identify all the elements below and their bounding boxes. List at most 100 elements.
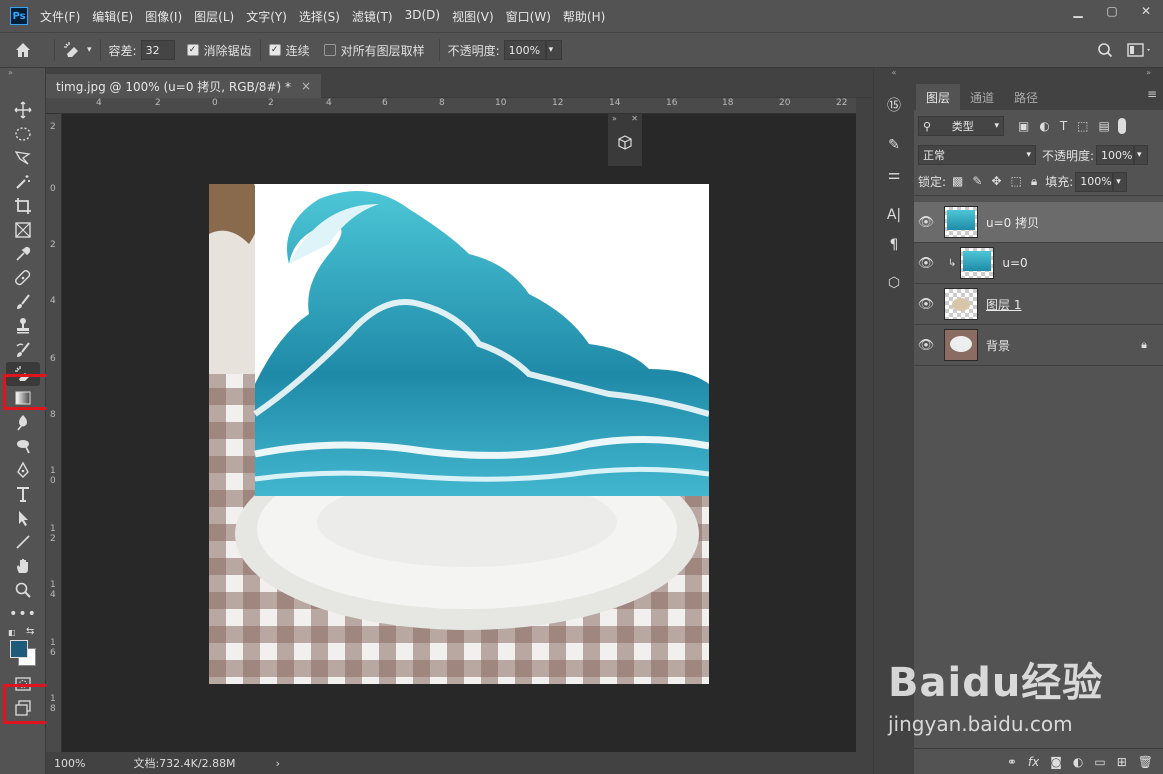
adjustment-filter-icon[interactable]: ◐ [1039, 119, 1049, 133]
menu-window[interactable]: 窗口(W) [500, 8, 557, 25]
brush-settings-icon[interactable]: ✎ [879, 132, 909, 158]
close-tab-icon[interactable]: × [301, 79, 311, 93]
search-icon[interactable] [1097, 42, 1113, 58]
filter-type-select[interactable]: ⚲ 类型 ▾ [918, 116, 1004, 136]
trash-icon[interactable]: 🗑︎ [1138, 755, 1153, 769]
paragraph-icon[interactable]: ¶ [879, 232, 909, 258]
brush-tool-icon[interactable] [6, 290, 40, 314]
layer-row[interactable]: 👁︎ ↳ u=0 [914, 243, 1163, 284]
workspace-icon[interactable] [1127, 42, 1153, 58]
lock-position-icon[interactable]: ✥ [991, 174, 1001, 189]
blur-tool-icon[interactable] [6, 410, 40, 434]
type-filter-icon[interactable]: T [1060, 119, 1067, 133]
dodge-tool-icon[interactable] [6, 434, 40, 458]
close-icon[interactable]: ✕ [1129, 0, 1163, 22]
menu-file[interactable]: 文件(F) [34, 8, 86, 25]
filter-toggle-switch[interactable] [1117, 118, 1126, 134]
fill-dropdown-icon[interactable]: ▾ [1113, 171, 1128, 192]
collapse-arrows-icon[interactable]: » [0, 68, 45, 80]
clone-stamp-tool-icon[interactable] [6, 314, 40, 338]
swap-colors-icon[interactable]: ⇆ [26, 626, 34, 637]
new-group-icon[interactable]: ▭ [1094, 755, 1105, 769]
menu-select[interactable]: 选择(S) [293, 8, 346, 25]
lock-all-icon[interactable]: 🔒︎ [1031, 174, 1037, 189]
lock-artboard-icon[interactable]: ⬚ [1011, 174, 1022, 189]
hand-tool-icon[interactable] [6, 554, 40, 578]
new-layer-icon[interactable]: ⊞ [1117, 755, 1127, 769]
collapse-arrows-icon[interactable]: » [914, 68, 1163, 78]
opacity-input[interactable]: 100% [503, 40, 546, 60]
smart-object-filter-icon[interactable]: ▤ [1099, 119, 1110, 133]
foreground-color-swatch[interactable] [10, 640, 28, 658]
line-tool-icon[interactable] [6, 530, 40, 554]
pixel-filter-icon[interactable]: ▣ [1018, 119, 1029, 133]
tab-paths[interactable]: 路径 [1004, 84, 1048, 110]
path-selection-tool-icon[interactable] [6, 506, 40, 530]
menu-filter[interactable]: 滤镜(T) [346, 8, 399, 25]
more-tools-icon[interactable]: ••• [6, 602, 40, 626]
contiguous-checkbox[interactable]: ✓ 连续 [268, 42, 310, 59]
opacity-dropdown-icon[interactable]: ▾ [545, 40, 562, 60]
move-tool-icon[interactable] [6, 98, 40, 122]
fill-input[interactable]: 100% [1075, 171, 1114, 192]
cube-icon[interactable] [608, 134, 642, 152]
menu-view[interactable]: 视图(V) [446, 8, 500, 25]
pen-tool-icon[interactable] [6, 458, 40, 482]
adjustments-icon[interactable]: ⚌ [879, 162, 909, 188]
lasso-tool-icon[interactable] [6, 146, 40, 170]
zoom-level[interactable]: 100% [54, 757, 85, 770]
collapse-arrows-icon[interactable]: » [612, 114, 617, 126]
default-colors-icon[interactable]: ◧ [8, 628, 16, 637]
layer-row[interactable]: 👁︎ 背景 🔒︎ [914, 325, 1163, 366]
menu-edit[interactable]: 编辑(E) [86, 8, 139, 25]
history-icon[interactable]: ⑮ [879, 92, 909, 118]
collapse-arrows-icon[interactable]: « [874, 68, 914, 78]
frame-tool-icon[interactable] [6, 218, 40, 242]
minimize-icon[interactable]: ▁ [1061, 0, 1095, 22]
shape-filter-icon[interactable]: ⬚ [1077, 119, 1088, 133]
tab-layers[interactable]: 图层 [916, 84, 961, 110]
3d-icon[interactable]: ⬡ [879, 270, 909, 296]
eyedropper-tool-icon[interactable] [6, 242, 40, 266]
crop-tool-icon[interactable] [6, 194, 40, 218]
tool-preset-picker[interactable]: ▾ [63, 41, 92, 59]
document-tab[interactable]: timg.jpg @ 100% (u=0 拷贝, RGB/8#) * × [46, 74, 322, 98]
home-icon[interactable] [0, 41, 46, 59]
visibility-eye-icon[interactable]: 👁︎ [914, 215, 938, 230]
maximize-icon[interactable]: ▢ [1095, 0, 1129, 22]
type-tool-icon[interactable] [6, 482, 40, 506]
visibility-eye-icon[interactable]: 👁︎ [914, 256, 938, 271]
status-menu-arrow[interactable]: › [276, 757, 280, 770]
tolerance-input[interactable]: 32 [140, 40, 175, 60]
history-brush-tool-icon[interactable] [6, 338, 40, 362]
magic-wand-tool-icon[interactable] [6, 170, 40, 194]
add-mask-icon[interactable]: ◙ [1050, 755, 1062, 769]
vertical-scrollbar[interactable] [856, 98, 873, 752]
sample-all-layers-checkbox[interactable]: 对所有图层取样 [323, 42, 425, 59]
zoom-tool-icon[interactable] [6, 578, 40, 602]
adjustment-layer-icon[interactable]: ◐ [1073, 755, 1083, 769]
menu-image[interactable]: 图像(I) [139, 8, 188, 25]
visibility-eye-icon[interactable]: 👁︎ [914, 338, 938, 353]
healing-brush-tool-icon[interactable] [6, 266, 40, 290]
menu-layer[interactable]: 图层(L) [188, 8, 240, 25]
blend-mode-select[interactable]: 正常 ▾ [918, 145, 1036, 165]
layer-row[interactable]: 👁︎ u=0 拷贝 [914, 202, 1163, 243]
menu-3d[interactable]: 3D(D) [399, 8, 446, 25]
tab-channels[interactable]: 通道 [960, 84, 1004, 110]
lock-pixels-icon[interactable]: ✎ [972, 174, 982, 189]
lock-transparent-icon[interactable]: ▩ [952, 174, 963, 189]
visibility-eye-icon[interactable]: 👁︎ [914, 297, 938, 312]
layer-opacity-input[interactable]: 100% [1096, 145, 1135, 165]
antialias-checkbox[interactable]: ✓ 消除锯齿 [186, 42, 252, 59]
character-icon[interactable]: A| [879, 202, 909, 228]
close-icon[interactable]: ✕ [631, 114, 638, 126]
opacity-dropdown-icon[interactable]: ▾ [1134, 145, 1149, 165]
link-layers-icon[interactable]: ⚭ [1007, 755, 1017, 769]
canvas-area[interactable]: » ✕ [62, 114, 856, 752]
marquee-tool-icon[interactable] [6, 122, 40, 146]
menu-type[interactable]: 文字(Y) [240, 8, 293, 25]
layer-style-fx-icon[interactable]: fx [1028, 755, 1039, 769]
menu-help[interactable]: 帮助(H) [557, 8, 611, 25]
layer-row[interactable]: 👁︎ 图层 1 [914, 284, 1163, 325]
